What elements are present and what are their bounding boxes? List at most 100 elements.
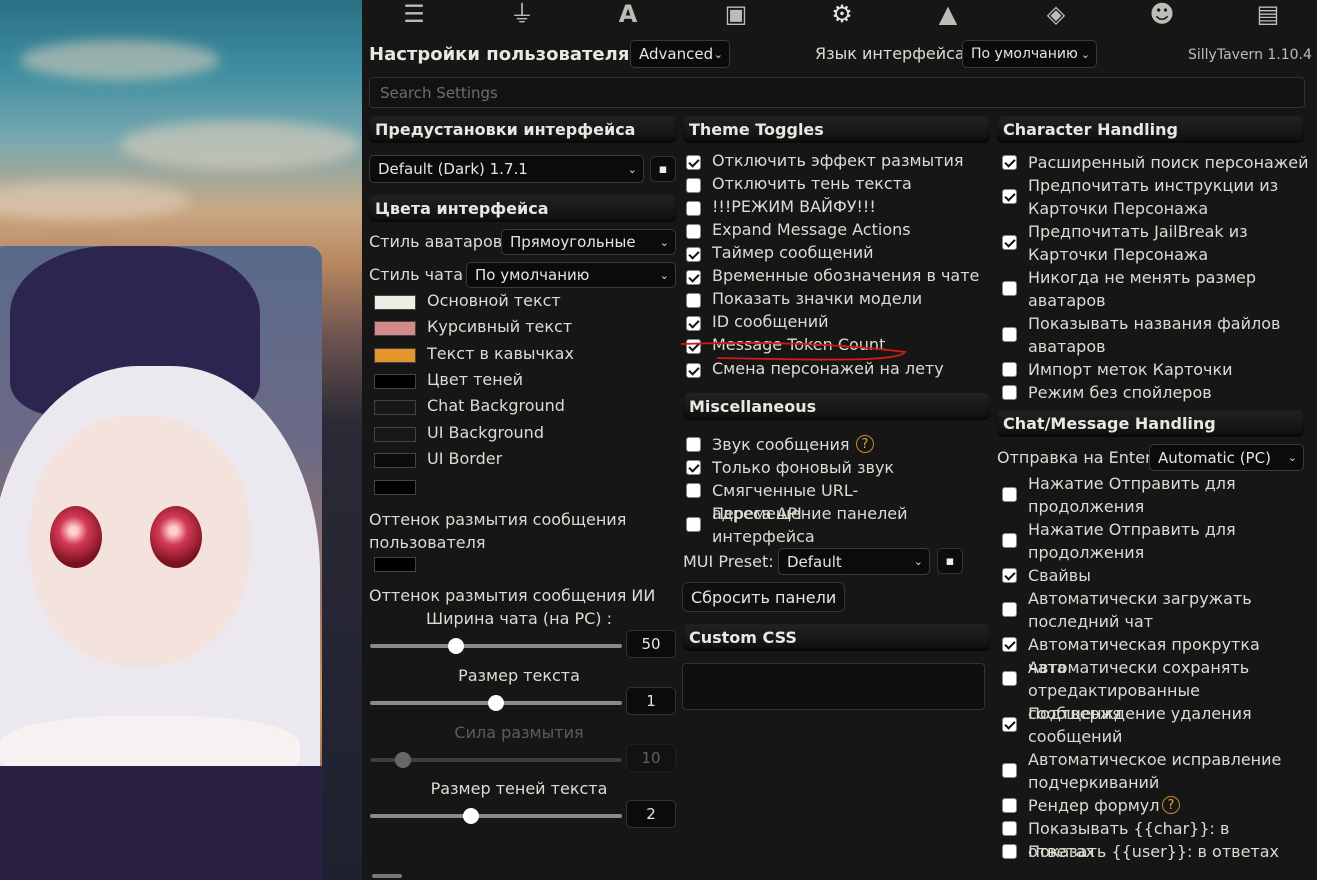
top-nav-bar: ☰ ⏚ A ▣ ⚙ ▲ ◈ ☻ ▤	[362, 0, 1317, 30]
help-icon[interactable]: ?	[1162, 796, 1180, 814]
slider-value-input[interactable]: 50	[626, 630, 676, 658]
checkbox[interactable]	[686, 224, 701, 239]
ui-preset-select[interactable]: Default (Dark) 1.7.1 ⌄	[369, 155, 644, 183]
avatar-style-value: Прямоугольные	[510, 233, 636, 251]
checkbox[interactable]	[686, 178, 701, 193]
sliders-icon[interactable]: ☰	[394, 0, 434, 26]
checkbox-label: Подтверждение удаления сообщений	[1028, 704, 1252, 746]
character-card-image	[0, 246, 322, 880]
user-blur-tint-label: Оттенок размытия сообщения пользователя	[369, 510, 627, 552]
id-card-icon[interactable]: ▤	[1248, 0, 1288, 26]
checkbox-label: Предпочитать инструкции из Карточки Перс…	[1028, 176, 1279, 218]
save-mui-preset-button[interactable]: ▪	[937, 548, 963, 574]
color-swatch[interactable]	[374, 453, 416, 468]
range-slider[interactable]	[370, 808, 622, 824]
ui-preset-value: Default (Dark) 1.7.1	[378, 160, 528, 178]
font-icon[interactable]: A	[608, 0, 648, 26]
slider-value-input[interactable]: 2	[626, 800, 676, 828]
checkbox[interactable]	[686, 293, 701, 308]
book-icon[interactable]: ▣	[716, 0, 756, 26]
image-icon[interactable]: ▲	[928, 0, 968, 26]
plug-icon[interactable]: ⏚	[502, 0, 542, 26]
checkbox[interactable]	[686, 460, 701, 475]
slider-knob	[394, 752, 411, 768]
checkbox[interactable]	[1002, 281, 1017, 296]
mode-select[interactable]: Advanced ⌄	[630, 40, 730, 68]
checkbox[interactable]	[1002, 602, 1017, 617]
checkbox[interactable]	[686, 437, 701, 452]
checkbox[interactable]	[1002, 155, 1017, 170]
color-swatch[interactable]	[374, 427, 416, 442]
range-slider[interactable]	[370, 638, 622, 654]
checkbox-label: Отключить эффект размытия	[712, 151, 964, 170]
language-select[interactable]: По умолчанию ⌄	[962, 40, 1097, 68]
checkbox-label: Звук сообщения	[712, 435, 850, 454]
save-icon: ▪	[658, 161, 668, 177]
slider-value-input[interactable]: 1	[626, 687, 676, 715]
scroll-handle[interactable]	[372, 874, 402, 878]
checkbox[interactable]	[686, 316, 701, 331]
checkbox[interactable]	[1002, 235, 1017, 250]
range-slider	[370, 752, 622, 768]
checkbox[interactable]	[1002, 821, 1017, 836]
checkbox-label: Нажатие Отправить для продолжения	[1028, 520, 1236, 562]
checkbox-label: Режим без спойлеров	[1028, 383, 1212, 402]
checkbox[interactable]	[1002, 327, 1017, 342]
checkbox[interactable]	[1002, 637, 1017, 652]
color-swatch[interactable]	[374, 480, 416, 495]
checkbox[interactable]	[686, 201, 701, 216]
character-coat	[0, 766, 322, 880]
chat-style-select[interactable]: По умолчанию ⌄	[466, 262, 676, 288]
page-title: Настройки пользователя	[369, 43, 630, 65]
checkbox[interactable]	[1002, 844, 1017, 859]
checkbox[interactable]	[1002, 763, 1017, 778]
checkbox[interactable]	[686, 247, 701, 262]
slider-knob[interactable]	[488, 695, 504, 711]
slider-knob[interactable]	[462, 808, 479, 824]
avatar-style-select[interactable]: Прямоугольные ⌄	[501, 229, 676, 255]
send-on-enter-select[interactable]: Automatic (PC) ⌄	[1149, 444, 1304, 471]
color-swatch[interactable]	[374, 400, 416, 415]
slider-label: Размер текста	[458, 666, 580, 685]
color-swatch[interactable]	[374, 348, 416, 363]
slider-label: Размер теней текста	[430, 779, 608, 798]
smiley-icon[interactable]: ☻	[1142, 0, 1182, 26]
section-chat-message-handling: Chat/Message Handling	[997, 410, 1304, 437]
save-preset-button[interactable]: ▪	[650, 156, 676, 182]
cloud	[120, 120, 360, 170]
checkbox[interactable]	[1002, 533, 1017, 548]
checkbox[interactable]	[686, 483, 701, 498]
cubes-icon[interactable]: ◈	[1036, 0, 1076, 26]
checkbox[interactable]	[686, 270, 701, 285]
custom-css-textarea[interactable]	[682, 663, 985, 710]
character-eye	[50, 506, 102, 568]
mui-preset-select[interactable]: Default ⌄	[778, 548, 930, 575]
slider-knob[interactable]	[447, 638, 464, 654]
user-blur-tint-swatch[interactable]	[374, 557, 416, 572]
checkbox-label: Только фоновый звук	[712, 458, 895, 477]
range-slider[interactable]	[370, 695, 622, 711]
checkbox-label: Таймер сообщений	[712, 243, 874, 262]
checkbox[interactable]	[1002, 487, 1017, 502]
reset-panels-button[interactable]: Сбросить панели	[682, 582, 846, 612]
color-swatch[interactable]	[374, 295, 416, 310]
checkbox[interactable]	[1002, 568, 1017, 583]
color-swatch[interactable]	[374, 374, 416, 389]
color-swatch[interactable]	[374, 321, 416, 336]
help-icon[interactable]: ?	[856, 435, 874, 453]
checkbox[interactable]	[686, 517, 701, 532]
color-label: UI Background	[427, 423, 544, 442]
mode-select-value: Advanced	[639, 45, 714, 63]
color-label: Цвет теней	[427, 370, 523, 389]
checkbox[interactable]	[1002, 385, 1017, 400]
checkbox[interactable]	[1002, 717, 1017, 732]
checkbox[interactable]	[1002, 362, 1017, 377]
background-wallpaper	[0, 0, 362, 880]
checkbox[interactable]	[1002, 189, 1017, 204]
checkbox[interactable]	[686, 155, 701, 170]
checkbox[interactable]	[1002, 671, 1017, 686]
user-settings-icon[interactable]: ⚙	[822, 0, 862, 26]
search-settings-input[interactable]: Search Settings	[369, 77, 1305, 108]
checkbox[interactable]	[1002, 798, 1017, 813]
chevron-down-icon: ⌄	[1287, 451, 1297, 464]
